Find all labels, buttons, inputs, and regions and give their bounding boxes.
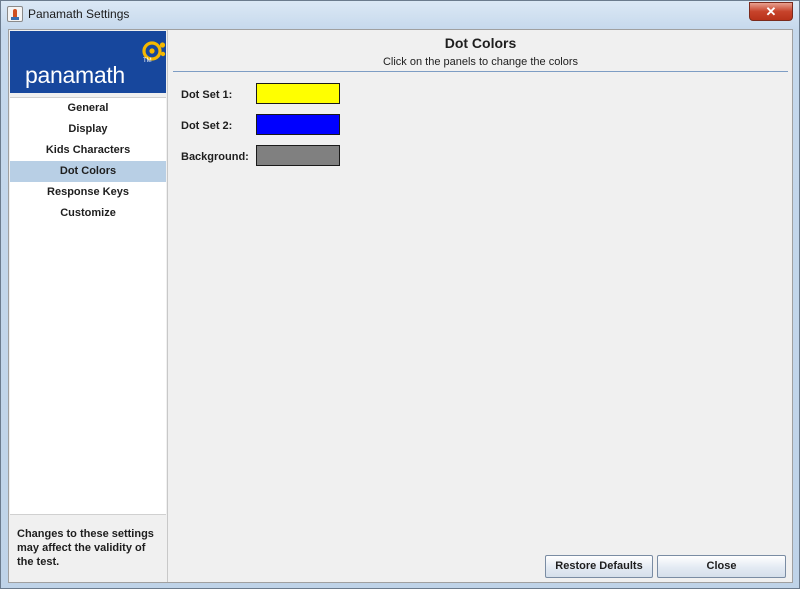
background-color-panel[interactable] bbox=[256, 145, 340, 166]
dot-set-1-label: Dot Set 1: bbox=[181, 89, 233, 101]
page-title: Dot Colors bbox=[444, 35, 517, 51]
sidebar-item-response-keys[interactable]: Response Keys bbox=[10, 182, 166, 203]
sidebar-item-display[interactable]: Display bbox=[10, 119, 166, 140]
sidebar-item-general[interactable]: General bbox=[10, 98, 166, 119]
sidebar: panamath TM General Display Kids Charact… bbox=[9, 30, 168, 582]
panamath-logo: panamath TM bbox=[10, 31, 166, 93]
dialog-body: panamath TM General Display Kids Charact… bbox=[8, 29, 793, 583]
dot-colors-panel: Dot Colors Click on the panels to change… bbox=[169, 30, 792, 582]
settings-nav: General Display Kids Characters Dot Colo… bbox=[10, 97, 166, 515]
validity-warning: Changes to these settings may affect the… bbox=[17, 528, 154, 568]
page-subtitle: Click on the panels to change the colors bbox=[382, 56, 579, 68]
header-divider bbox=[173, 71, 788, 72]
dot-set-1-color-panel[interactable] bbox=[256, 83, 340, 104]
java-app-icon bbox=[7, 6, 23, 22]
window-close-button[interactable]: ✕ bbox=[749, 2, 793, 21]
sidebar-item-customize[interactable]: Customize bbox=[10, 203, 166, 224]
window-title: Panamath Settings bbox=[28, 7, 130, 21]
sidebar-item-dot-colors[interactable]: Dot Colors bbox=[10, 161, 166, 182]
logo-trademark: TM bbox=[143, 58, 152, 64]
background-label: Background: bbox=[181, 151, 249, 163]
settings-window: Panamath Settings ✕ panamath TM General … bbox=[0, 0, 800, 589]
logo-text: panamath bbox=[25, 62, 125, 88]
close-button[interactable]: Close bbox=[657, 555, 786, 578]
title-bar[interactable]: Panamath Settings ✕ bbox=[1, 1, 799, 27]
sidebar-item-kids-characters[interactable]: Kids Characters bbox=[10, 140, 166, 161]
dot-set-2-label: Dot Set 2: bbox=[181, 120, 233, 132]
close-icon: ✕ bbox=[765, 4, 777, 19]
dot-set-2-color-panel[interactable] bbox=[256, 114, 340, 135]
restore-defaults-button[interactable]: Restore Defaults bbox=[545, 555, 653, 578]
